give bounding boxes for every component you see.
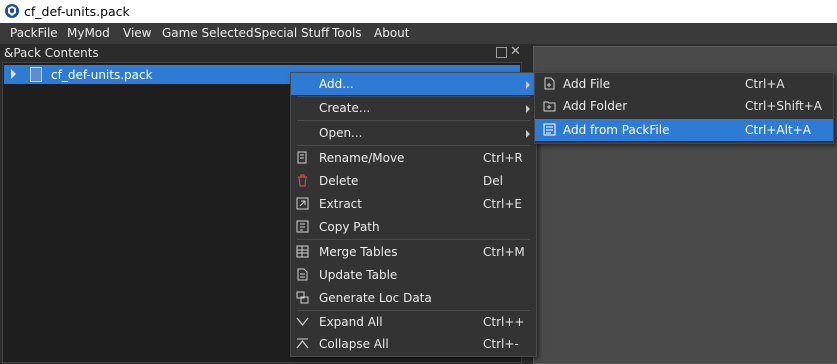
menu-bar: PackFile MyMod View Game Selected Specia… xyxy=(0,23,837,45)
add-folder-icon xyxy=(543,101,556,112)
generate-loc-icon xyxy=(296,291,309,304)
menu-item-add[interactable]: Add... xyxy=(291,73,536,95)
merge-tables-icon xyxy=(296,245,309,258)
menu-item-add-file[interactable]: Add File Ctrl+A xyxy=(535,73,833,95)
expand-arrow-icon[interactable] xyxy=(11,69,16,79)
menu-item-expand-all[interactable]: Expand All Ctrl++ xyxy=(291,311,536,333)
menu-item-open[interactable]: Open... xyxy=(291,122,536,144)
context-menu: Add... Create... Open... Rename/Move Ctr… xyxy=(290,72,537,357)
add-submenu: Add File Ctrl+A Add Folder Ctrl+Shift+A … xyxy=(534,72,834,144)
menu-item-create[interactable]: Create... xyxy=(291,97,536,119)
dock-close-icon[interactable]: ✕ xyxy=(510,44,521,59)
menu-item-update-table[interactable]: Update Table xyxy=(291,264,536,286)
add-file-icon xyxy=(544,77,555,90)
submenu-arrow-icon xyxy=(526,105,530,113)
menu-item-collapse-all[interactable]: Collapse All Ctrl+- xyxy=(291,333,536,355)
rename-icon xyxy=(297,151,307,164)
menu-mymod[interactable]: MyMod xyxy=(67,26,110,40)
tree-item-label: cf_def-units.pack xyxy=(51,68,153,82)
menu-item-add-folder[interactable]: Add Folder Ctrl+Shift+A xyxy=(535,95,833,117)
app-logo-icon xyxy=(5,4,19,18)
update-table-icon xyxy=(297,268,308,281)
menu-item-extract[interactable]: Extract Ctrl+E xyxy=(291,193,536,215)
window-title: cf_def-units.pack xyxy=(24,4,130,19)
menu-item-rename-move[interactable]: Rename/Move Ctrl+R xyxy=(291,147,536,169)
trash-icon xyxy=(298,174,307,187)
collapse-all-icon xyxy=(296,338,309,349)
menu-tools[interactable]: Tools xyxy=(332,26,362,40)
menu-packfile[interactable]: PackFile xyxy=(10,26,58,40)
extract-icon xyxy=(296,197,309,210)
menu-view[interactable]: View xyxy=(123,26,151,40)
pack-file-icon xyxy=(30,67,42,82)
add-from-packfile-icon xyxy=(543,123,556,136)
menu-item-copy-path[interactable]: Copy Path xyxy=(291,216,536,238)
menu-separator xyxy=(297,120,530,121)
menu-separator xyxy=(297,239,530,240)
menu-item-add-from-packfile[interactable]: Add from PackFile Ctrl+Alt+A xyxy=(535,119,833,141)
expand-all-icon xyxy=(296,317,309,327)
dock-float-icon[interactable] xyxy=(496,47,507,58)
menu-special-stuff[interactable]: Special Stuff xyxy=(254,26,329,40)
menu-game-selected[interactable]: Game Selected xyxy=(162,26,254,40)
menu-item-generate-loc-data[interactable]: Generate Loc Data xyxy=(291,287,536,309)
dock-title: &Pack Contents xyxy=(4,46,99,60)
submenu-arrow-icon xyxy=(526,130,530,138)
window-title-bar: cf_def-units.pack xyxy=(0,0,837,23)
menu-about[interactable]: About xyxy=(374,26,409,40)
menu-item-delete[interactable]: Delete Del xyxy=(291,170,536,192)
menu-item-merge-tables[interactable]: Merge Tables Ctrl+M xyxy=(291,241,536,263)
submenu-arrow-icon xyxy=(526,81,530,89)
copy-path-icon xyxy=(296,220,309,233)
menu-separator xyxy=(297,145,530,146)
